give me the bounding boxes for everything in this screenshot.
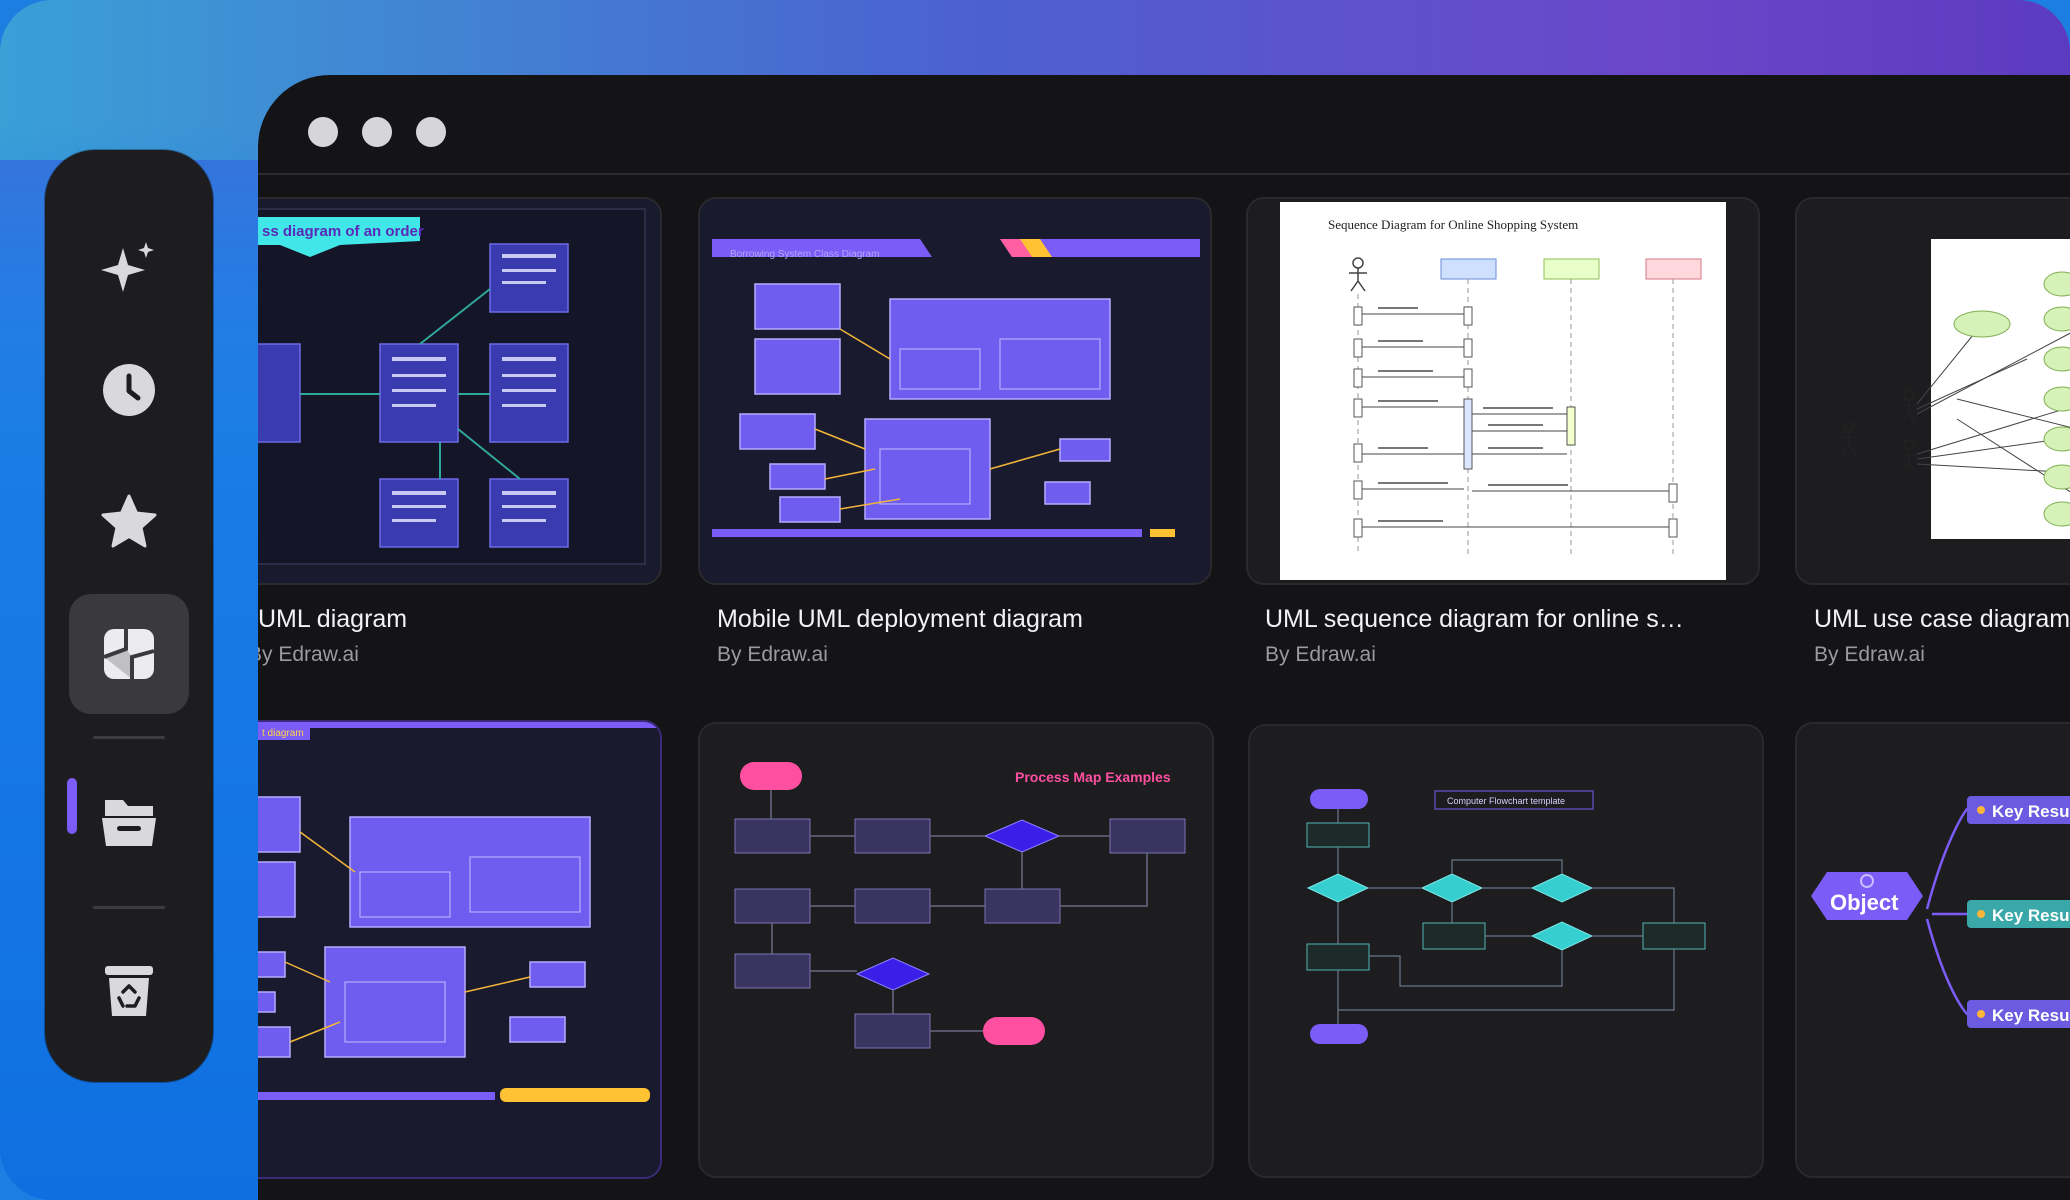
template-author: By Edraw.ai	[717, 643, 828, 666]
template-card-4[interactable]	[1795, 197, 2070, 585]
template-title[interactable]: UML sequence diagram for online s…	[1265, 605, 1684, 634]
template-card-6[interactable]: Process Map Examples	[698, 722, 1214, 1178]
thumb-title: Sequence Diagram for Online Shopping Sys…	[1328, 217, 1578, 232]
folder-icon	[102, 800, 156, 846]
sidebar-item-recent[interactable]	[69, 330, 189, 450]
sidebar-divider	[93, 906, 165, 909]
recycle-bin-icon	[105, 966, 153, 1016]
sidebar	[45, 150, 213, 1082]
maximize-button[interactable]	[416, 117, 446, 147]
template-thumbnail: Sequence Diagram for Online Shopping Sys…	[1248, 199, 1758, 583]
template-thumbnail: t diagram	[258, 722, 660, 1177]
template-title[interactable]: Mobile UML deployment diagram	[717, 605, 1083, 634]
clock-icon	[103, 364, 155, 416]
template-title[interactable]: UML diagram	[258, 605, 407, 634]
thumb-title: Borrowing System Class Diagram	[730, 249, 880, 260]
sidebar-item-templates[interactable]	[69, 594, 189, 714]
app-window: ss diagram of an order UML diagram By Ed…	[258, 75, 2070, 1200]
mindmap-branch: Key Resu	[1992, 1006, 2069, 1025]
template-thumbnail: Borrowing System Class Diagram	[700, 199, 1210, 583]
thumb-title: Computer Flowchart template	[1447, 796, 1565, 806]
template-card-5[interactable]: t diagram	[258, 720, 662, 1179]
template-card-3[interactable]: Sequence Diagram for Online Shopping Sys…	[1246, 197, 1760, 585]
sidebar-item-trash[interactable]	[69, 930, 189, 1050]
thumb-title: t diagram	[262, 728, 304, 739]
template-thumbnail	[1797, 199, 2070, 583]
sidebar-item-favorites[interactable]	[69, 462, 189, 582]
mindmap-branch: Key Resu	[1992, 906, 2069, 925]
template-card-1[interactable]: ss diagram of an order	[258, 197, 662, 585]
template-thumbnail: ss diagram of an order	[258, 199, 660, 583]
template-card-7[interactable]: Computer Flowchart template	[1248, 724, 1764, 1178]
thumb-title: Process Map Examples	[1015, 769, 1171, 785]
sidebar-item-ai[interactable]	[69, 210, 189, 330]
template-title[interactable]: UML use case diagram	[1814, 605, 2070, 634]
template-thumbnail: Computer Flowchart template	[1250, 726, 1762, 1176]
template-thumbnail: Object Key Resu Key Resu Key Resu	[1797, 724, 2070, 1176]
close-button[interactable]	[308, 117, 338, 147]
sidebar-item-files[interactable]	[69, 762, 189, 882]
sparkle-icon	[101, 242, 154, 292]
toolbar-divider	[258, 173, 2070, 175]
thumb-title: ss diagram of an order	[262, 223, 424, 240]
thumb-title: Object	[1830, 890, 1899, 915]
template-author: By Edraw.ai	[258, 643, 359, 666]
sidebar-divider	[93, 736, 165, 739]
window-controls	[308, 117, 446, 147]
template-author: By Edraw.ai	[1814, 643, 1925, 666]
template-author: By Edraw.ai	[1265, 643, 1376, 666]
template-thumbnail: Process Map Examples	[700, 724, 1212, 1176]
mindmap-branch: Key Resu	[1992, 802, 2069, 821]
template-card-2[interactable]: Borrowing System Class Diagram	[698, 197, 1212, 585]
minimize-button[interactable]	[362, 117, 392, 147]
templates-icon	[103, 629, 155, 679]
template-card-8[interactable]: Object Key Resu Key Resu Key Resu	[1795, 722, 2070, 1178]
star-icon	[101, 494, 157, 548]
